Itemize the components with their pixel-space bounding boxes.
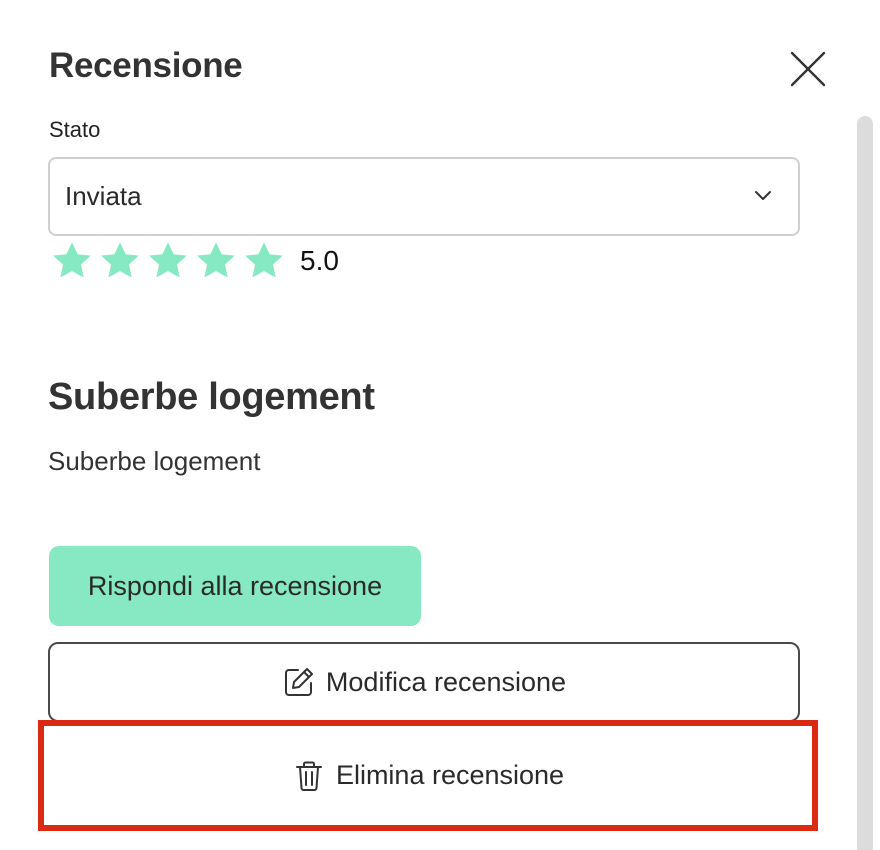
close-icon — [790, 51, 826, 87]
star-rating: 5.0 — [50, 238, 339, 284]
review-body: Suberbe logement — [48, 446, 261, 476]
edit-review-label: Modifica recensione — [325, 666, 567, 697]
panel-title: Recensione — [49, 46, 243, 85]
trash-icon — [295, 761, 322, 791]
edit-icon — [284, 668, 313, 696]
star-icon — [101, 242, 139, 278]
close-button[interactable] — [789, 50, 827, 88]
star-icon — [245, 242, 283, 278]
stars-group — [50, 239, 290, 283]
star-icon — [149, 242, 187, 278]
star-icon — [197, 242, 235, 278]
star-icon — [53, 242, 91, 278]
reply-button-label: Rispondi alla recensione — [87, 570, 383, 601]
rating-value: 5.0 — [300, 245, 339, 276]
reply-button[interactable]: Rispondi alla recensione — [49, 546, 421, 626]
status-selected-value: Inviata — [65, 181, 142, 211]
delete-review-button[interactable]: Elimina recensione — [38, 720, 818, 831]
review-title: Suberbe logement — [48, 376, 375, 418]
review-panel: Recensione Stato Inviata 5.0 Suberbe log… — [0, 0, 880, 850]
delete-review-label: Elimina recensione — [335, 760, 565, 790]
edit-review-button[interactable]: Modifica recensione — [48, 642, 800, 722]
status-label: Stato — [49, 117, 101, 142]
chevron-down-icon — [755, 191, 771, 200]
scrollbar[interactable] — [857, 116, 873, 850]
status-select[interactable]: Inviata — [48, 157, 800, 236]
